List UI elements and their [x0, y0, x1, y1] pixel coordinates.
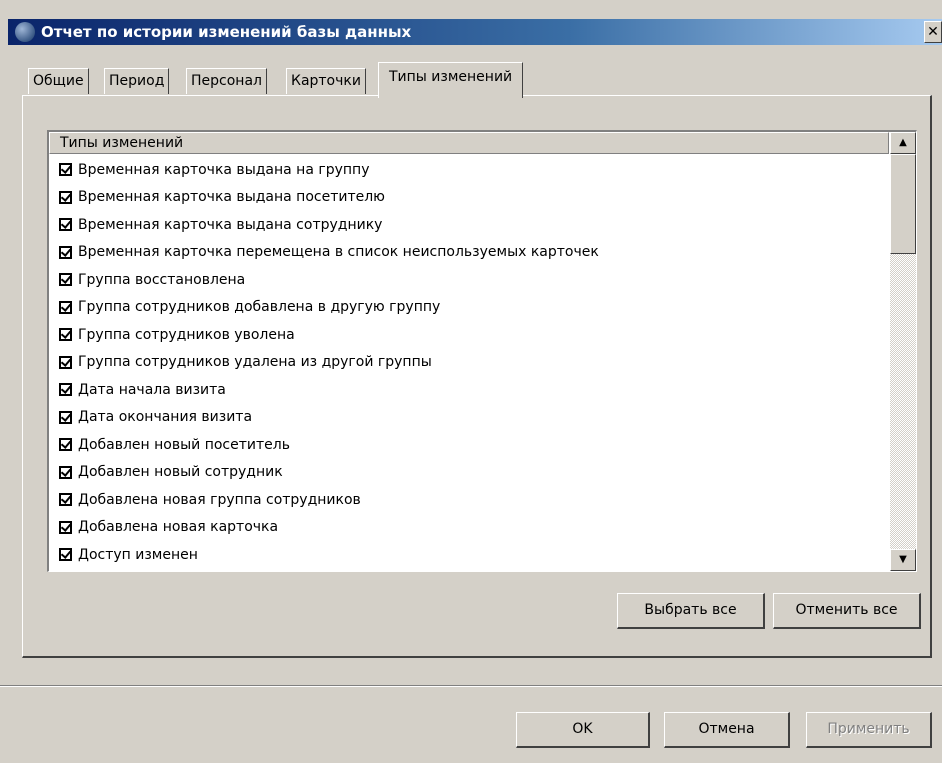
tab-period[interactable]: Период	[104, 68, 170, 94]
checkbox-checked-icon[interactable]	[59, 520, 72, 534]
list-item[interactable]: Временная карточка выдана посетителю	[49, 184, 889, 212]
apply-button[interactable]: Применить	[806, 712, 932, 748]
scroll-down-arrow-icon[interactable]: ▼	[890, 549, 916, 571]
list-item[interactable]: Добавлен новый посетитель	[49, 431, 889, 459]
list-item[interactable]: Временная карточка выдана сотруднику	[49, 211, 889, 239]
tab-panel-change-types: Типы изменений Временная карточка выдана…	[22, 95, 932, 658]
change-types-list[interactable]: Типы изменений Временная карточка выдана…	[47, 130, 917, 572]
checkbox-checked-icon[interactable]	[59, 163, 72, 177]
deselect-all-button[interactable]: Отменить все	[773, 593, 921, 629]
list-item[interactable]: Дата начала визита	[49, 376, 889, 404]
list-item[interactable]: Временная карточка выдана на группу	[49, 156, 889, 184]
footer-separator	[0, 685, 942, 687]
list-item[interactable]: Добавлена новая группа сотрудников	[49, 486, 889, 514]
cancel-button[interactable]: Отмена	[664, 712, 790, 748]
list-item-label: Доступ изменен	[78, 546, 198, 563]
list-item-label: Дата окончания визита	[78, 409, 253, 426]
list-item-label: Добавлен новый посетитель	[78, 436, 290, 453]
list-item-label: Группа сотрудников удалена из другой гру…	[78, 354, 432, 371]
close-button[interactable]: ✕	[924, 21, 942, 43]
list-item[interactable]: Группа сотрудников добавлена в другую гр…	[49, 294, 889, 322]
list-item-label: Временная карточка выдана посетителю	[78, 189, 385, 206]
list-item-label: Добавлена новая группа сотрудников	[78, 491, 361, 508]
list-item[interactable]: Временная карточка перемещена в список н…	[49, 239, 889, 267]
checkbox-checked-icon[interactable]	[59, 300, 72, 314]
list-item[interactable]: Доступ изменен	[49, 541, 889, 569]
scroll-thumb[interactable]	[890, 154, 916, 254]
list-item-label: Временная карточка выдана на группу	[78, 161, 370, 178]
list-item[interactable]: Дата окончания визита	[49, 404, 889, 432]
tab-change-types[interactable]: Типы изменений	[378, 62, 524, 98]
list-items: Временная карточка выдана на группу Време…	[49, 156, 889, 569]
checkbox-checked-icon[interactable]	[59, 355, 72, 369]
checkbox-checked-icon[interactable]	[59, 410, 72, 424]
checkbox-checked-icon[interactable]	[59, 273, 72, 287]
vertical-scrollbar[interactable]: ▲ ▼	[890, 132, 916, 571]
list-item-label: Дата начала визита	[78, 381, 226, 398]
list-item[interactable]: Группа восстановлена	[49, 266, 889, 294]
checkbox-checked-icon[interactable]	[59, 438, 72, 452]
list-item[interactable]: Группа сотрудников уволена	[49, 321, 889, 349]
ok-button[interactable]: OK	[516, 712, 650, 748]
app-icon	[15, 22, 35, 42]
checkbox-checked-icon[interactable]	[59, 245, 72, 259]
list-column-header[interactable]: Типы изменений	[49, 132, 889, 154]
list-item-label: Группа сотрудников уволена	[78, 326, 295, 343]
list-item-label: Группа сотрудников добавлена в другую гр…	[78, 299, 441, 316]
list-item[interactable]: Добавлена новая карточка	[49, 514, 889, 542]
list-item-label: Временная карточка выдана сотруднику	[78, 216, 383, 233]
list-item[interactable]: Добавлен новый сотрудник	[49, 459, 889, 487]
tab-personnel[interactable]: Персонал	[186, 68, 267, 94]
tab-cards[interactable]: Карточки	[286, 68, 366, 94]
checkbox-checked-icon[interactable]	[59, 383, 72, 397]
list-item[interactable]: Группа сотрудников удалена из другой гру…	[49, 349, 889, 377]
list-item-label: Добавлена новая карточка	[78, 519, 279, 536]
scroll-up-arrow-icon[interactable]: ▲	[890, 132, 916, 154]
checkbox-checked-icon[interactable]	[59, 493, 72, 507]
checkbox-checked-icon[interactable]	[59, 328, 72, 342]
select-all-button[interactable]: Выбрать все	[617, 593, 765, 629]
checkbox-checked-icon[interactable]	[59, 190, 72, 204]
window-title: Отчет по истории изменений базы данных	[41, 23, 412, 41]
checkbox-checked-icon[interactable]	[59, 465, 72, 479]
tab-general[interactable]: Общие	[28, 68, 89, 94]
list-item-label: Группа восстановлена	[78, 271, 246, 288]
list-item-label: Временная карточка перемещена в список н…	[78, 244, 599, 261]
checkbox-checked-icon[interactable]	[59, 218, 72, 232]
checkbox-checked-icon[interactable]	[59, 548, 72, 562]
report-dialog: Отчет по истории изменений базы данных ✕…	[0, 0, 942, 763]
title-bar[interactable]: Отчет по истории изменений базы данных ✕	[8, 19, 942, 45]
list-item-label: Добавлен новый сотрудник	[78, 464, 283, 481]
